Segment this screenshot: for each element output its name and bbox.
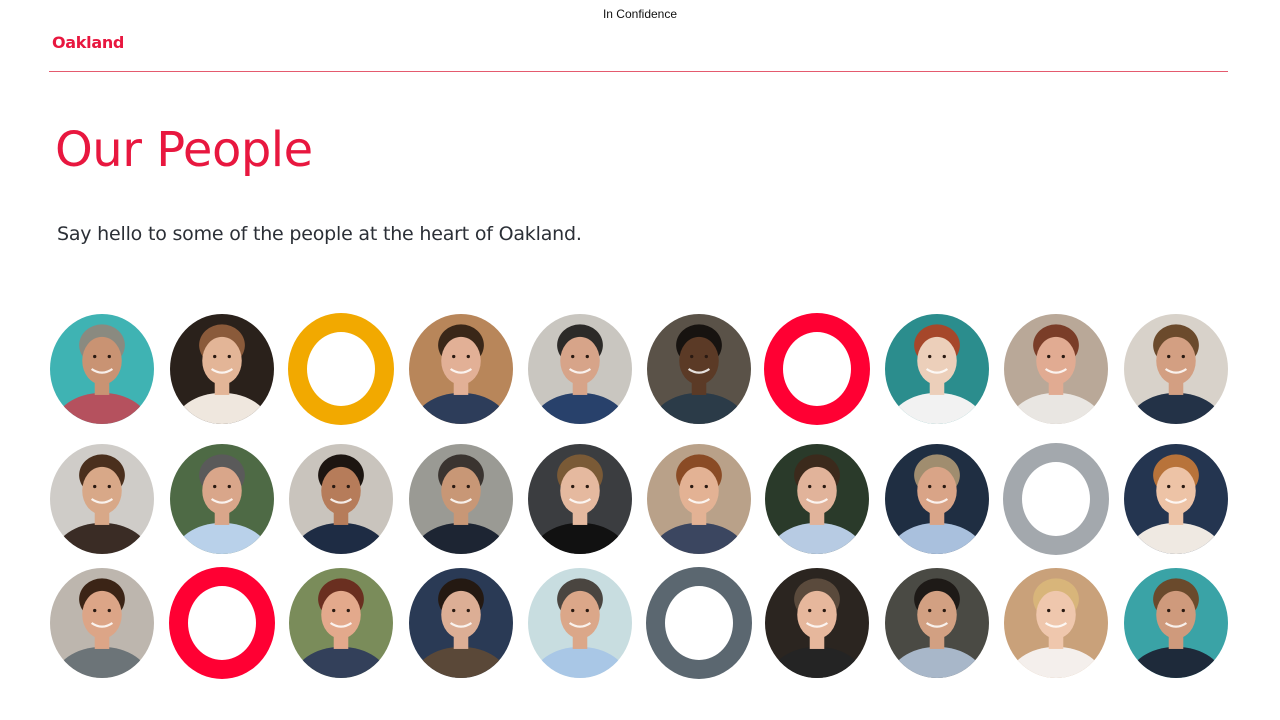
person-photo [1004, 314, 1108, 424]
decorative-ring [169, 567, 275, 679]
decorative-ring [646, 567, 752, 679]
person-photo [409, 568, 513, 678]
decorative-ring [764, 313, 870, 425]
person-photo [885, 444, 989, 554]
person-photo [528, 444, 632, 554]
person-photo [765, 444, 869, 554]
person-photo [170, 314, 274, 424]
person-photo [1004, 568, 1108, 678]
person-photo [289, 568, 393, 678]
oakland-logo: Oakland [52, 33, 125, 52]
person-photo [50, 568, 154, 678]
page-title: Our People [55, 122, 313, 178]
person-photo [170, 444, 274, 554]
person-photo [409, 314, 513, 424]
person-photo [1124, 568, 1228, 678]
header-divider [49, 71, 1228, 72]
person-photo [765, 568, 869, 678]
person-photo [409, 444, 513, 554]
people-grid [50, 313, 1230, 684]
person-photo [50, 314, 154, 424]
decorative-ring [1003, 443, 1109, 555]
person-photo [528, 314, 632, 424]
person-photo [647, 314, 751, 424]
person-photo [50, 444, 154, 554]
person-photo [647, 444, 751, 554]
confidentiality-label: In Confidence [602, 7, 678, 21]
page-subtitle: Say hello to some of the people at the h… [57, 223, 582, 245]
person-photo [289, 444, 393, 554]
person-photo [885, 314, 989, 424]
person-photo [1124, 444, 1228, 554]
person-photo [885, 568, 989, 678]
decorative-ring [288, 313, 394, 425]
person-photo [528, 568, 632, 678]
person-photo [1124, 314, 1228, 424]
